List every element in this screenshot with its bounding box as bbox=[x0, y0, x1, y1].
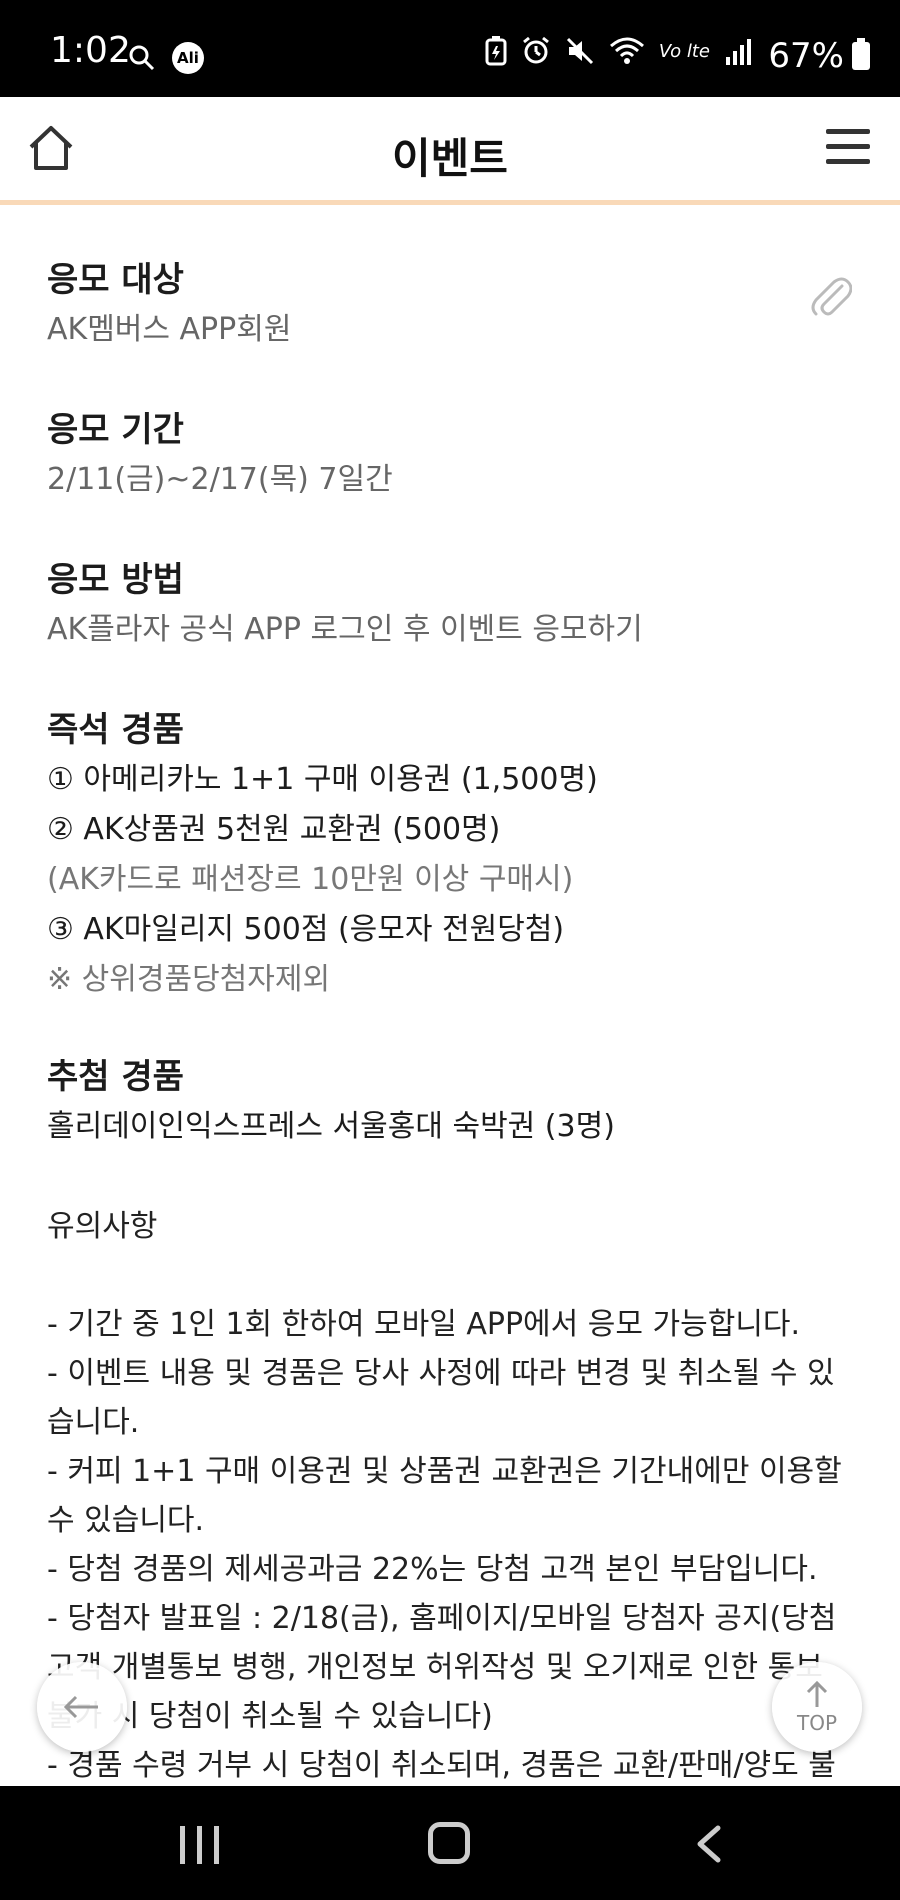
signal-icon bbox=[726, 39, 751, 65]
prize-2-note: (AK카드로 패션장르 10만원 이상 구매시) bbox=[47, 862, 574, 897]
status-time: 1:02 bbox=[50, 30, 131, 71]
status-bar: 1:02 Ali Vo lte 67% bbox=[0, 0, 900, 97]
back-nav-icon[interactable] bbox=[690, 1824, 730, 1864]
notice-line: - 기간 중 1인 1회 한하여 모바일 APP에서 응모 가능합니다. bbox=[47, 1307, 801, 1342]
attendance-title: 즉석 경품 bbox=[47, 710, 184, 750]
mute-icon bbox=[566, 37, 593, 65]
method-title: 응모 방법 bbox=[47, 560, 184, 600]
notice-line: - 커피 1+1 구매 이용권 및 상품권 교환권은 기간내에만 이용할 bbox=[47, 1454, 842, 1489]
notice-line: - 당첨자 발표일 : 2/18(금), 홈페이지/모바일 당첨자 공지(당첨 bbox=[47, 1601, 837, 1636]
period-title: 응모 기간 bbox=[47, 410, 184, 450]
notice-title: 유의사항 bbox=[47, 1209, 158, 1244]
prize-1: ① 아메리카노 1+1 구매 이용권 (1,500명) bbox=[47, 762, 598, 797]
wifi-icon bbox=[609, 37, 644, 64]
top-label: TOP bbox=[796, 1711, 838, 1735]
notice-line: 고객 개별통보 병행, 개인정보 허위작성 및 오기재로 인한 통보 bbox=[47, 1650, 823, 1685]
system-nav-bar bbox=[0, 1786, 900, 1900]
prize-3: ③ AK마일리지 500점 (응모자 전원당첨) bbox=[47, 912, 565, 947]
method-value: AK플라자 공식 APP 로그인 후 이벤트 응모하기 bbox=[47, 612, 643, 647]
paperclip-icon[interactable] bbox=[808, 272, 852, 320]
lottery-title: 추첨 경품 bbox=[47, 1057, 184, 1097]
home-nav-icon[interactable] bbox=[428, 1822, 470, 1864]
search-icon bbox=[129, 45, 155, 71]
recent-apps-icon[interactable] bbox=[180, 1826, 219, 1864]
volte-label: Vo lte bbox=[658, 40, 710, 62]
section-target: 응모 대상 AK멤버스 APP회원 bbox=[47, 255, 291, 355]
target-title: 응모 대상 bbox=[47, 260, 184, 300]
prize-3-note: ※ 상위경품당첨자제외 bbox=[47, 962, 331, 997]
notice-line: - 경품 수령 거부 시 당첨이 취소되며, 경품은 교환/판매/양도 불 bbox=[47, 1748, 836, 1783]
event-content[interactable]: 응모 대상 AK멤버스 APP회원 응모 기간 2/11(금)~2/17(목) … bbox=[0, 210, 900, 1785]
lottery-value: 홀리데이인익스프레스 서울홍대 숙박권 (3명) bbox=[47, 1109, 615, 1144]
battery-percent: 67% bbox=[768, 36, 844, 76]
period-value: 2/11(금)~2/17(목) 7일간 bbox=[47, 462, 393, 497]
battery-icon bbox=[852, 38, 870, 70]
target-value: AK멤버스 APP회원 bbox=[47, 312, 292, 347]
section-period: 응모 기간 2/11(금)~2/17(목) 7일간 bbox=[47, 405, 393, 505]
page-title: 이벤트 bbox=[392, 134, 508, 183]
back-floating-button[interactable] bbox=[37, 1662, 127, 1752]
battery-saver-icon bbox=[485, 36, 507, 66]
section-method: 응모 방법 AK플라자 공식 APP 로그인 후 이벤트 응모하기 bbox=[47, 555, 643, 655]
scroll-top-button[interactable]: TOP bbox=[772, 1662, 862, 1752]
hamburger-menu-icon[interactable] bbox=[826, 129, 870, 165]
section-notice: 유의사항 - 기간 중 1인 1회 한하여 모바일 APP에서 응모 가능합니다… bbox=[47, 1202, 842, 1785]
alarm-icon bbox=[522, 36, 549, 64]
section-lottery: 추첨 경품 홀리데이인익스프레스 서울홍대 숙박권 (3명) bbox=[47, 1052, 615, 1152]
section-attendance: 즉석 경품 ① 아메리카노 1+1 구매 이용권 (1,500명) ② AK상품… bbox=[47, 705, 598, 1005]
notice-line: - 이벤트 내용 및 경품은 당사 사정에 따라 변경 및 취소될 수 있 bbox=[47, 1356, 835, 1391]
notice-line: - 당첨 경품의 제세공과금 22%는 당첨 고객 본인 부담입니다. bbox=[47, 1552, 818, 1587]
notice-line: 수 있습니다. bbox=[47, 1503, 205, 1538]
ali-app-icon: Ali bbox=[172, 42, 204, 74]
arrow-left-icon bbox=[63, 1695, 98, 1719]
arrow-up-icon bbox=[806, 1680, 828, 1707]
app-header: 이벤트 bbox=[0, 97, 900, 205]
notice-line: 불가 시 당첨이 취소될 수 있습니다) bbox=[47, 1699, 493, 1734]
notice-line: 습니다. bbox=[47, 1405, 140, 1440]
prize-2: ② AK상품권 5천원 교환권 (500명) bbox=[47, 812, 501, 847]
